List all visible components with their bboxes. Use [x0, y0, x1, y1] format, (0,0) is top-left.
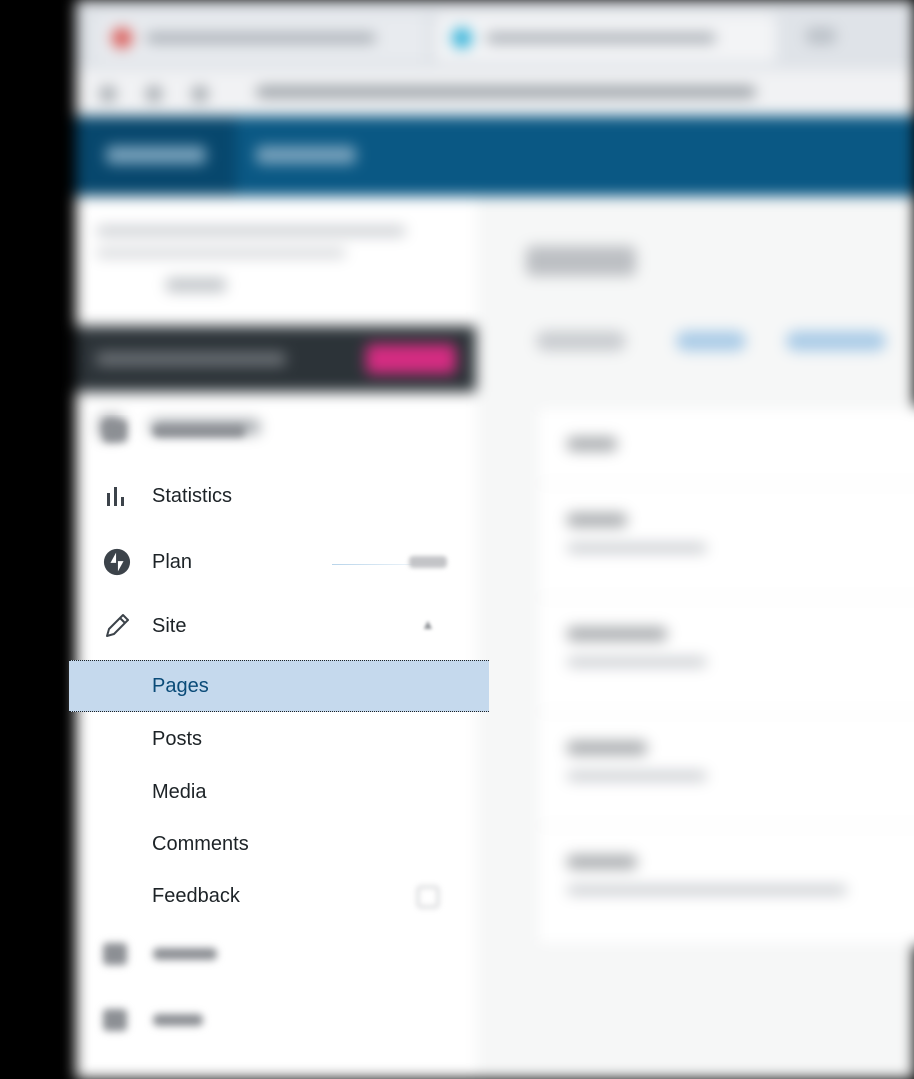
list-item-meta: [567, 543, 707, 553]
url-field[interactable]: [256, 86, 756, 98]
forward-icon[interactable]: [146, 86, 162, 102]
pages-list: [536, 406, 914, 946]
sidebar-item-site[interactable]: Site ▲: [69, 600, 489, 652]
divider: [537, 597, 914, 598]
design-icon: [103, 943, 127, 965]
jetpack-bolt-icon: [103, 548, 131, 576]
list-item[interactable]: [567, 513, 627, 527]
sidebar-item-media[interactable]: Media: [69, 766, 489, 818]
home-icon: [103, 420, 127, 442]
site-url-blurred: [96, 226, 406, 236]
reader-label-blurred: [256, 146, 356, 164]
new-tab-button[interactable]: [806, 28, 836, 44]
tools-icon: [103, 1009, 127, 1031]
tab-title-blurred: [146, 33, 376, 43]
sidebar-item-label: Pages: [152, 674, 209, 697]
sidebar-item-label: Media: [152, 780, 207, 803]
sidebar-menu-magnified: Statistics Plan Site ▲ Pages Posts Media: [69, 415, 489, 1079]
sidebar-item-plan[interactable]: Plan: [69, 536, 489, 588]
tab-title-blurred: [486, 33, 716, 43]
sidebar-item-comments[interactable]: Comments: [69, 818, 489, 870]
browser-tab[interactable]: [96, 14, 426, 62]
sidebar-item-feedback[interactable]: Feedback: [69, 870, 489, 922]
feedback-badge-icon: [417, 886, 439, 908]
list-heading-blurred: [567, 437, 617, 451]
page-title-blurred: [526, 246, 636, 276]
list-item[interactable]: [567, 627, 667, 641]
label-blurred: [153, 425, 245, 437]
sidebar-menu: Statistics Plan Site ▲ Pages Posts Media: [69, 415, 489, 1079]
site-url-blurred: [96, 248, 346, 258]
sidebar-item-label: Plan: [152, 550, 193, 573]
filter-tab[interactable]: [676, 331, 746, 351]
divider: [537, 483, 914, 484]
site-switch-button[interactable]: [166, 278, 226, 292]
upgrade-button[interactable]: [366, 344, 456, 374]
main-content: [476, 196, 914, 1079]
favicon-icon: [452, 28, 472, 48]
divider: [537, 825, 914, 826]
sidebar-item-label: Feedback: [152, 884, 240, 907]
sidebar-item-statistics[interactable]: Statistics: [69, 470, 489, 565]
bar-chart-icon: [103, 482, 131, 510]
masterbar: [76, 116, 914, 196]
back-icon[interactable]: [100, 86, 116, 102]
filter-tab[interactable]: [536, 331, 626, 351]
sidebar-item-label: Comments: [152, 832, 249, 855]
my-sites-label-blurred: [106, 146, 206, 164]
filter-tab[interactable]: [786, 331, 886, 351]
list-item-meta: [567, 657, 707, 667]
favicon-icon: [112, 28, 132, 48]
list-item-meta: [567, 771, 707, 781]
sidebar-item-posts[interactable]: Posts: [69, 713, 489, 765]
browser-tab-active[interactable]: [436, 14, 776, 62]
pencil-icon: [103, 612, 131, 640]
list-item[interactable]: [567, 855, 637, 869]
label-blurred: [153, 1014, 203, 1026]
label-blurred: [153, 948, 217, 960]
sidebar-item-label: Statistics: [152, 484, 233, 507]
list-item[interactable]: [567, 741, 647, 755]
upgrade-promo: [76, 326, 476, 392]
plan-badge: [409, 556, 447, 568]
chevron-up-icon[interactable]: ▲: [421, 616, 435, 632]
sidebar-item-label: Posts: [152, 727, 203, 750]
left-black-edge: [0, 0, 76, 1079]
browser-tab-bar: [76, 0, 914, 70]
sidebar-item-label: Site: [152, 614, 187, 637]
divider: [537, 711, 914, 712]
address-bar: [76, 70, 914, 116]
sidebar-item-pages[interactable]: Pages: [69, 660, 489, 712]
reload-icon[interactable]: [192, 86, 208, 102]
list-item-meta: [567, 885, 847, 895]
promo-text-blurred: [96, 352, 286, 366]
